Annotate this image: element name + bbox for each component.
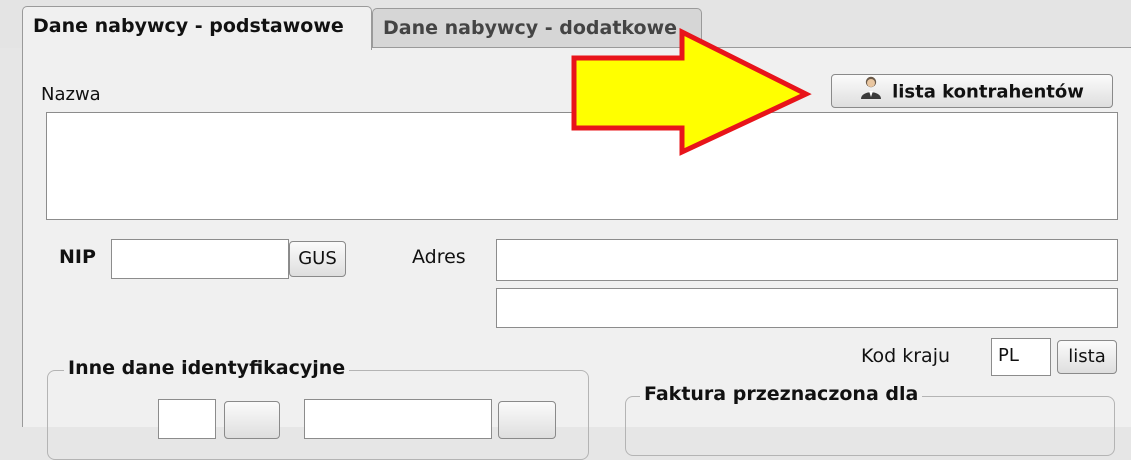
person-icon [860, 75, 882, 110]
tab-dane-podstawowe[interactable]: Dane nabywcy - podstawowe [22, 6, 372, 50]
adres-label: Adres [412, 246, 466, 268]
kod-kraju-field[interactable]: PL [991, 338, 1051, 376]
adres-line2-field[interactable] [496, 288, 1118, 328]
adres-line1-field[interactable] [496, 239, 1118, 281]
lista-kontrahentow-label: lista kontrahentów [892, 81, 1084, 103]
inne-dane-field-2[interactable] [304, 399, 492, 439]
lista-kontrahentow-button[interactable]: lista kontrahentów [831, 74, 1113, 108]
nip-label: NIP [59, 246, 96, 268]
inne-dane-title: Inne dane identyfikacyjne [64, 357, 350, 379]
faktura-group: Faktura przeznaczona dla [625, 383, 1115, 456]
lista-button[interactable]: lista [1057, 340, 1117, 374]
inne-dane-search-button[interactable] [498, 401, 556, 439]
inne-dane-field-1[interactable] [158, 399, 216, 439]
nip-field[interactable] [111, 239, 289, 279]
inne-dane-group: Inne dane identyfikacyjne [47, 357, 589, 460]
nazwa-label: Nazwa [41, 84, 101, 105]
yellow-arrow-annotation [571, 28, 812, 156]
kod-kraju-label: Kod kraju [861, 345, 951, 367]
faktura-title: Faktura przeznaczona dla [640, 383, 923, 405]
inne-dane-button[interactable] [224, 401, 280, 439]
gus-button[interactable]: GUS [289, 241, 346, 277]
